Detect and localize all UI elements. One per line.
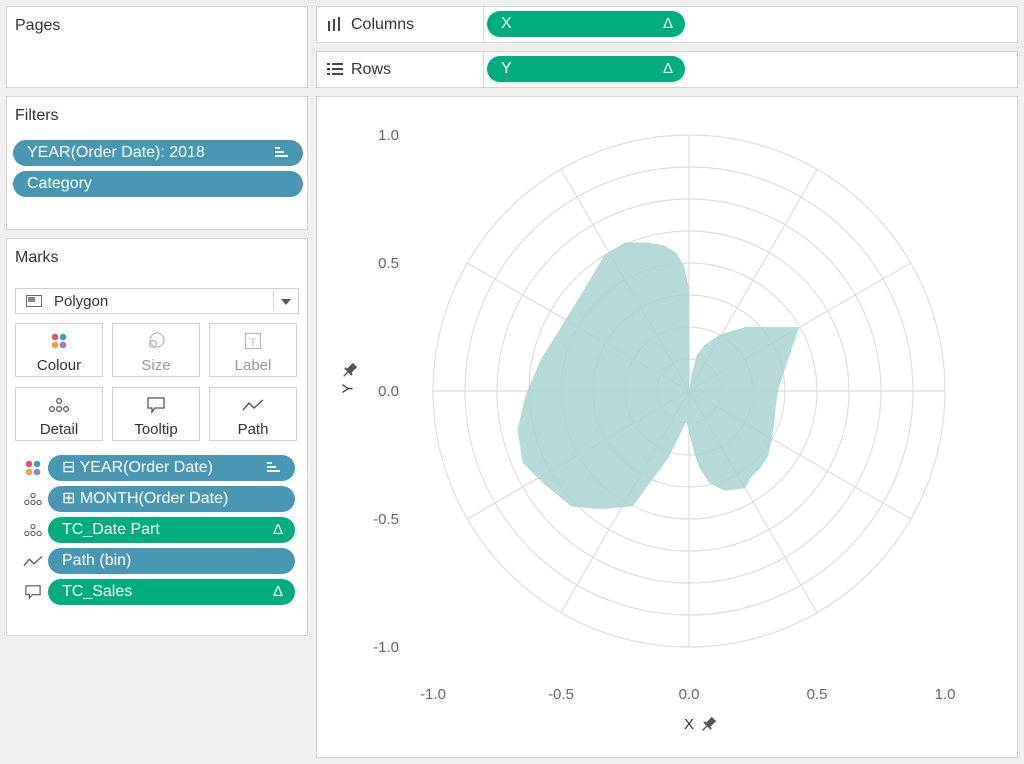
filter-year-label: YEAR(Order Date): 2018	[27, 144, 205, 161]
path-button[interactable]: Path	[209, 387, 297, 441]
columns-label: Columns	[351, 16, 415, 33]
filter-category-label: Category	[27, 175, 92, 192]
detail-label: Detail	[39, 421, 79, 438]
size-label: Size	[141, 357, 171, 374]
path-encoding-icon	[23, 551, 43, 571]
filter-category-pill[interactable]: Category	[13, 171, 303, 197]
colour-label: Colour	[36, 357, 82, 374]
path-label: Path	[237, 421, 269, 438]
tooltip-icon	[113, 396, 199, 414]
detail-button[interactable]: Detail	[15, 387, 103, 441]
mark-type-dropdown[interactable]: Polygon	[15, 288, 299, 314]
rows-y-label: Y	[501, 60, 512, 77]
x-axis-label: X	[684, 716, 695, 733]
tooltip-encoding-icon	[23, 582, 43, 602]
mark-type-value: Polygon	[54, 293, 109, 310]
marks-title: Marks	[15, 249, 59, 266]
delta-icon: Δ	[272, 583, 283, 600]
columns-x-label: X	[501, 15, 512, 32]
tooltip-label: Tooltip	[134, 421, 178, 438]
y-tick-label: 0.0	[378, 383, 399, 400]
shelf-divider	[483, 52, 484, 87]
x-tick-label: 0.0	[679, 686, 700, 703]
y-axis-title: Y	[338, 360, 362, 400]
filters-card: Filters YEAR(Order Date): 2018 Category	[6, 96, 308, 230]
field-tc-date-part[interactable]: TC_Date Part Δ	[48, 517, 295, 543]
y-tick-label: -0.5	[373, 511, 399, 528]
rows-y-pill[interactable]: Y Δ	[487, 56, 685, 82]
label-label: Label	[234, 357, 272, 374]
x-tick-label: -0.5	[548, 686, 574, 703]
pages-title: Pages	[15, 17, 61, 34]
y-axis-label: Y	[339, 383, 357, 394]
sort-descending-icon	[275, 147, 289, 159]
colour-button[interactable]: Colour	[15, 323, 103, 377]
x-tick-label: 0.5	[807, 686, 828, 703]
tooltip-button[interactable]: Tooltip	[112, 387, 200, 441]
detail-encoding-icon	[23, 520, 43, 540]
polar-chart: 1.0 0.5 0.0 -0.5 -1.0 -1.0 -0.5 0.0 0.5 1.0	[373, 127, 956, 703]
field-month-label: ⊞ MONTH(Order Date)	[62, 490, 229, 507]
field-year-label: ⊟ YEAR(Order Date)	[62, 459, 213, 476]
field-path-bin[interactable]: Path (bin)	[48, 548, 295, 574]
columns-shelf[interactable]: Columns X Δ	[316, 6, 1018, 43]
delta-icon: Δ	[662, 60, 673, 77]
label-button[interactable]: T Label	[209, 323, 297, 377]
pages-card: Pages	[6, 6, 308, 88]
x-axis-title: X	[682, 714, 722, 736]
label-icon: T	[210, 332, 296, 350]
rows-shelf[interactable]: Rows Y Δ	[316, 51, 1018, 88]
field-path-bin-label: Path (bin)	[62, 552, 132, 569]
marks-card: Marks Polygon Colour Size T Label Detail	[6, 238, 308, 636]
field-tc-sales-label: TC_Sales	[62, 583, 133, 600]
view-area[interactable]: 1.0 0.5 0.0 -0.5 -1.0 -1.0 -0.5 0.0 0.5 1.0	[316, 96, 1018, 758]
svg-text:T: T	[250, 337, 257, 349]
detail-icon	[16, 396, 102, 414]
sort-descending-icon	[267, 462, 281, 474]
pin-icon	[702, 716, 717, 731]
y-tick-label: 0.5	[378, 255, 399, 272]
field-year-order-date[interactable]: ⊟ YEAR(Order Date)	[48, 455, 295, 481]
dropdown-separator	[273, 291, 274, 311]
y-tick-label: -1.0	[373, 639, 399, 656]
rows-icon	[327, 63, 343, 76]
delta-icon: Δ	[272, 521, 283, 538]
path-icon	[210, 396, 296, 414]
filters-title: Filters	[15, 107, 59, 124]
polygon-icon	[26, 295, 42, 307]
filter-year-pill[interactable]: YEAR(Order Date): 2018	[13, 140, 303, 166]
columns-icon	[327, 17, 341, 31]
x-tick-label: -1.0	[420, 686, 446, 703]
detail-encoding-icon	[23, 489, 43, 509]
colour-encoding-icon	[23, 458, 43, 478]
pin-icon	[343, 362, 358, 377]
field-tc-sales[interactable]: TC_Sales Δ	[48, 579, 295, 605]
size-icon	[113, 332, 199, 350]
colour-icon	[16, 332, 102, 350]
columns-x-pill[interactable]: X Δ	[487, 11, 685, 37]
shelf-divider	[483, 7, 484, 42]
field-tc-date-part-label: TC_Date Part	[62, 521, 160, 538]
chevron-down-icon	[281, 299, 291, 305]
rows-label: Rows	[351, 61, 392, 78]
y-tick-label: 1.0	[378, 127, 399, 144]
field-month-order-date[interactable]: ⊞ MONTH(Order Date)	[48, 486, 295, 512]
delta-icon: Δ	[662, 15, 673, 32]
x-tick-label: 1.0	[935, 686, 956, 703]
size-button[interactable]: Size	[112, 323, 200, 377]
